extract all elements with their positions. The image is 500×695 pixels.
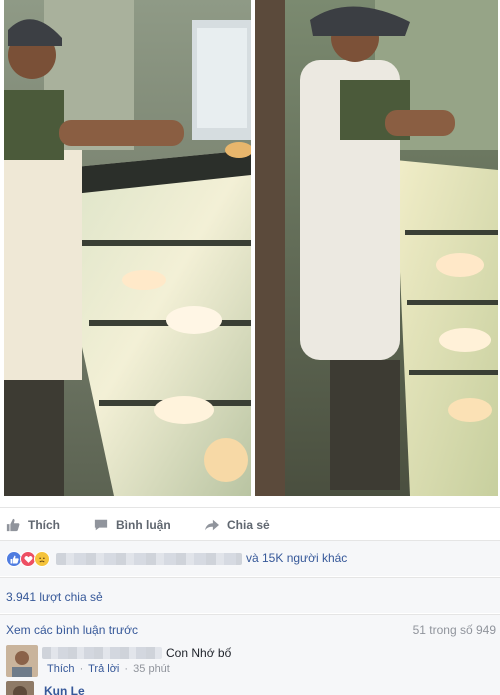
- like-button[interactable]: Thích: [6, 516, 60, 534]
- reactions-others-text[interactable]: và 15K người khác: [246, 551, 347, 565]
- share-label: Chia sẻ: [227, 518, 270, 532]
- reactions-summary[interactable]: và 15K người khác: [0, 540, 500, 576]
- comment-icon: [94, 519, 108, 531]
- shares-summary: 3.941 lượt chia sẻ: [0, 577, 500, 613]
- comment-time[interactable]: 35 phút: [133, 663, 170, 675]
- like-label: Thích: [28, 518, 60, 532]
- post-action-bar: Thích Bình luận Chia sẻ: [0, 507, 500, 539]
- comments-count: 51 trong số 949: [412, 623, 496, 637]
- meta-separator: ·: [79, 663, 84, 675]
- avatar[interactable]: [6, 645, 38, 677]
- comment-reply-link[interactable]: Trả lời: [88, 663, 119, 675]
- post-photos: [0, 0, 500, 502]
- commenter-name[interactable]: Kun Le: [44, 684, 85, 695]
- comment-label: Bình luận: [116, 518, 171, 532]
- blurred-commenter-name: [42, 647, 162, 659]
- shares-count-link[interactable]: 3.941 lượt chia sẻ: [6, 590, 103, 604]
- meta-separator: ·: [124, 663, 129, 675]
- comment-text: Con Nhớ bố: [166, 646, 232, 660]
- comment-button[interactable]: Bình luận: [94, 516, 171, 534]
- blurred-reactor-names: [56, 553, 242, 565]
- thumbs-up-icon: [6, 518, 20, 532]
- photo-left-image: [4, 0, 251, 496]
- photo-right-image: [255, 0, 498, 496]
- share-arrow-icon: [205, 519, 219, 531]
- comments-section: Xem các bình luận trước 51 trong số 949 …: [0, 614, 500, 695]
- view-previous-comments-link[interactable]: Xem các bình luận trước: [6, 623, 138, 637]
- share-button[interactable]: Chia sẻ: [205, 516, 270, 534]
- avatar[interactable]: [6, 681, 34, 695]
- comment-meta: Thích · Trả lời · 35 phút: [47, 663, 172, 675]
- comment-like-link[interactable]: Thích: [47, 663, 75, 675]
- photo-right[interactable]: [255, 0, 498, 496]
- sad-reaction-icon: [34, 551, 50, 567]
- reaction-icons: [6, 551, 50, 567]
- photo-left[interactable]: [4, 0, 251, 496]
